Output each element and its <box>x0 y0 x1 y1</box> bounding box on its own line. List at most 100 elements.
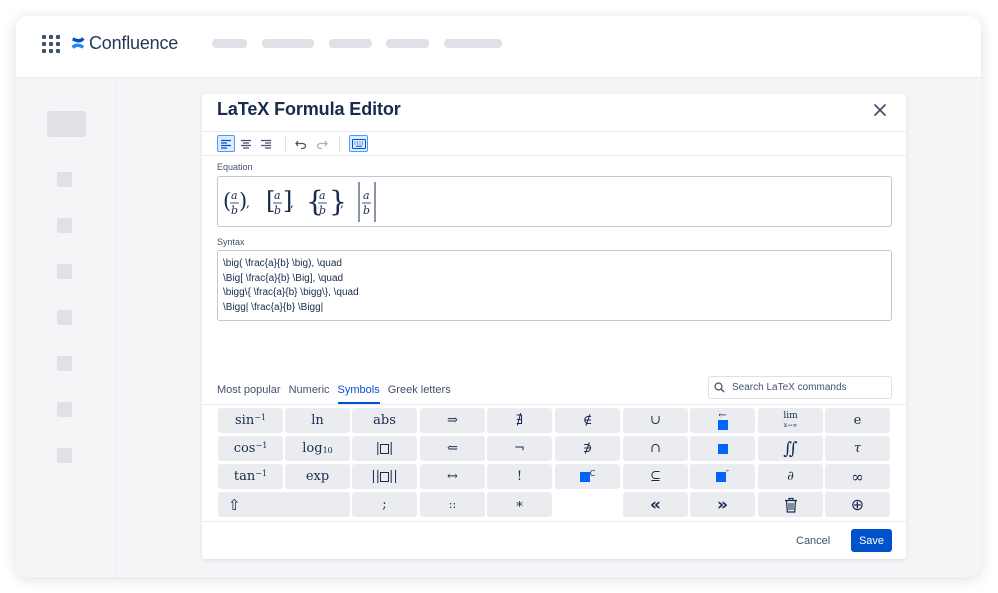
redo-icon[interactable] <box>313 135 331 152</box>
key-iff[interactable]: ↔ <box>420 464 485 489</box>
sidebar <box>16 78 116 577</box>
key-abs-box[interactable]: | | <box>352 436 417 461</box>
key-cap[interactable]: ∩ <box>623 436 688 461</box>
key-next[interactable]: » <box>690 492 755 517</box>
tab-greek-letters[interactable]: Greek letters <box>388 384 451 404</box>
toolbar-divider <box>339 136 340 152</box>
sidebar-item[interactable] <box>57 172 72 187</box>
confluence-logo[interactable]: Confluence <box>70 31 178 55</box>
undo-icon[interactable] <box>292 135 310 152</box>
key-exp[interactable]: exp <box>285 464 350 489</box>
key-ln[interactable]: ln <box>285 408 350 433</box>
key-subseteq[interactable]: ⊆ <box>623 464 688 489</box>
syntax-line: \bigg\{ \frac{a}{b} \bigg\}, \quad <box>223 287 359 298</box>
top-navigation: Confluence <box>16 16 981 78</box>
keyboard-icon[interactable] <box>349 135 368 152</box>
key-neg[interactable]: ¬ <box>487 436 552 461</box>
key-implies[interactable]: ⇒ <box>420 408 485 433</box>
key-euler[interactable]: e <box>825 408 890 433</box>
dialog-title: LaTeX Formula Editor <box>217 99 401 119</box>
cancel-button[interactable]: Cancel <box>796 535 830 547</box>
toolbar-divider <box>285 136 286 152</box>
nav-placeholder[interactable] <box>386 39 429 48</box>
key-partial[interactable]: ∂ <box>758 464 823 489</box>
tab-symbols[interactable]: Symbols <box>337 384 380 404</box>
key-factorial[interactable]: ! <box>487 464 552 489</box>
key-log10[interactable]: log 10 <box>285 436 350 461</box>
search-latex-input[interactable]: Search LaTeX commands <box>708 376 892 399</box>
equation-render: ( a b ) , [ a b ] , { a b } , a b <box>223 182 376 222</box>
trash-icon[interactable] <box>758 492 823 517</box>
search-icon <box>714 382 725 393</box>
key-abs[interactable]: abs <box>352 408 417 433</box>
syntax-editor[interactable]: \big( \frac{a}{b} \big), \quad \Big[ \fr… <box>217 250 892 321</box>
sidebar-header-placeholder[interactable] <box>47 111 86 137</box>
brace-right: } <box>329 185 347 218</box>
key-ast[interactable]: ∗ <box>487 492 552 517</box>
syntax-label: Syntax <box>217 237 245 247</box>
key-semicolon[interactable]: ; <box>352 492 417 517</box>
key-prev[interactable]: « <box>623 492 688 517</box>
app-name: Confluence <box>89 32 179 53</box>
tabs-divider <box>202 404 906 405</box>
key-notni[interactable]: ∌ <box>555 436 620 461</box>
key-plus-circle[interactable]: ⊕ <box>825 492 890 517</box>
close-icon[interactable] <box>872 102 888 118</box>
key-tau[interactable]: τ <box>825 436 890 461</box>
key-norm-box[interactable]: || || <box>352 464 417 489</box>
tab-numeric[interactable]: Numeric <box>289 384 330 404</box>
app-window: Confluence LaTeX Formula Editor Equation… <box>16 16 981 577</box>
nav-placeholder[interactable] <box>444 39 502 48</box>
equation-preview: ( a b ) , [ a b ] , { a b } , a b <box>217 176 892 227</box>
sidebar-item[interactable] <box>57 310 72 325</box>
key-cos-inverse[interactable]: cos −1 <box>218 436 283 461</box>
nav-placeholder[interactable] <box>262 39 314 48</box>
key-double-prime[interactable]: ″ <box>690 464 755 489</box>
frac-den: b <box>363 204 370 217</box>
key-colons[interactable]: :: <box>420 492 485 517</box>
frac-num: a <box>319 189 326 202</box>
symbol-keypad: sin −1 ln abs ⇒ ∄ ∉ ∪ ← lim x→∞ e cos −1 lo… <box>218 408 891 518</box>
align-center-icon[interactable] <box>237 135 255 152</box>
save-button[interactable]: Save <box>851 529 892 552</box>
sidebar-item[interactable] <box>57 356 72 371</box>
key-sin-inverse[interactable]: sin −1 <box>218 408 283 433</box>
frac-num: a <box>231 189 238 202</box>
syntax-line: \Bigg| \frac{a}{b} \Bigg| <box>223 301 324 313</box>
key-overleftarrow[interactable]: ← <box>690 408 755 433</box>
sidebar-item[interactable] <box>57 448 72 463</box>
key-tan-inverse[interactable]: tan −1 <box>218 464 283 489</box>
confluence-logo-icon <box>71 37 85 49</box>
app-switcher-icon[interactable] <box>42 35 60 53</box>
sep: , <box>246 196 250 210</box>
sidebar-item[interactable] <box>57 402 72 417</box>
symbol-tabs: Most popular Numeric Symbols Greek lette… <box>217 384 459 404</box>
key-shift[interactable]: ⇧ <box>218 492 350 517</box>
sidebar-item[interactable] <box>57 264 72 279</box>
latex-editor-dialog: LaTeX Formula Editor Equation (a b) , … <box>202 94 906 559</box>
sidebar-item[interactable] <box>57 218 72 233</box>
key-placeholder-box[interactable] <box>690 436 755 461</box>
editor-toolbar <box>202 131 906 156</box>
nav-placeholder[interactable] <box>212 39 247 48</box>
nav-placeholder[interactable] <box>329 39 372 48</box>
syntax-line: \big( \frac{a}{b} \big), \quad <box>223 258 342 269</box>
key-infinity[interactable]: ∞ <box>825 464 890 489</box>
key-cup[interactable]: ∪ <box>623 408 688 433</box>
key-impliedby[interactable]: ⇐ <box>420 436 485 461</box>
key-complement[interactable]: C <box>555 464 620 489</box>
align-right-icon[interactable] <box>257 135 275 152</box>
key-iint[interactable]: ∬ <box>758 436 823 461</box>
key-nexists[interactable]: ∄ <box>487 408 552 433</box>
frac-num: a <box>363 189 370 202</box>
tab-most-popular[interactable]: Most popular <box>217 384 281 404</box>
frac-num: a <box>274 189 281 202</box>
frac-den: b <box>274 204 281 217</box>
footer-divider <box>202 521 906 522</box>
key-notin[interactable]: ∉ <box>555 408 620 433</box>
frac-den: b <box>319 204 326 217</box>
key-limit[interactable]: lim x→∞ <box>758 408 823 433</box>
align-left-icon[interactable] <box>217 135 235 152</box>
paren-left: ( <box>223 189 231 213</box>
equation-label: Equation <box>217 162 253 172</box>
